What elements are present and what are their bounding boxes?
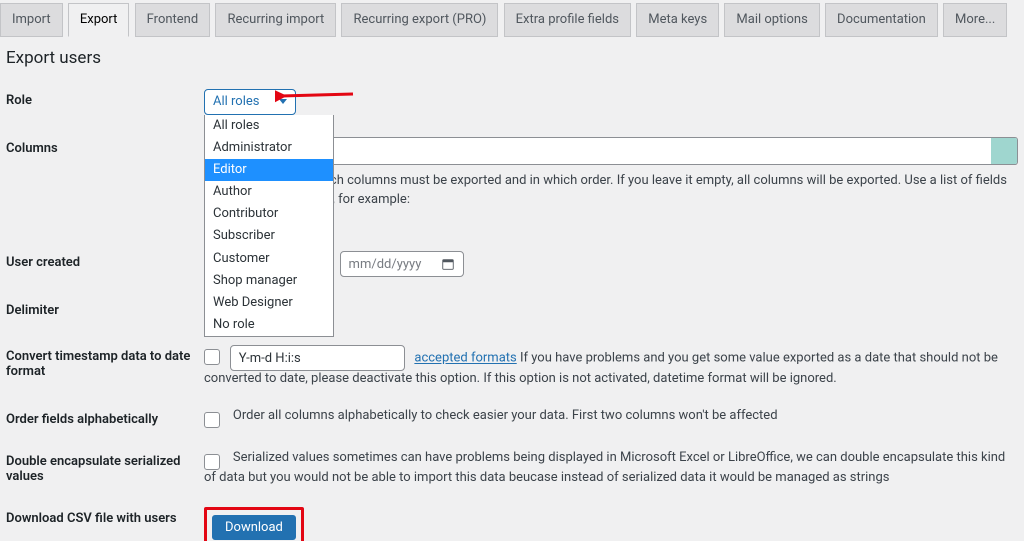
timestamp-format-input[interactable]: Y-m-d H:i:s bbox=[230, 345, 405, 371]
columns-input-addon[interactable] bbox=[991, 138, 1017, 164]
role-select[interactable]: All roles bbox=[204, 89, 296, 115]
chevron-down-icon bbox=[279, 99, 287, 104]
timestamp-label: Convert timestamp data to date format bbox=[6, 345, 204, 379]
order-alpha-help: Order all columns alphabetically to chec… bbox=[233, 408, 778, 423]
order-alpha-label: Order fields alphabetically bbox=[6, 408, 204, 427]
download-label: Download CSV file with users bbox=[6, 507, 204, 526]
role-option[interactable]: Author bbox=[205, 181, 333, 203]
role-option[interactable]: All roles bbox=[205, 115, 333, 137]
role-label: Role bbox=[6, 89, 204, 108]
user-created-label: User created bbox=[6, 251, 204, 270]
tab-documentation[interactable]: Documentation bbox=[825, 3, 938, 37]
annotation-highlight: Download bbox=[204, 507, 304, 541]
tab-export[interactable]: Export bbox=[68, 3, 130, 37]
double-encapsulate-label: Double encapsulate serialized values bbox=[6, 450, 204, 484]
download-button[interactable]: Download bbox=[212, 515, 296, 540]
tab-frontend[interactable]: Frontend bbox=[135, 3, 211, 37]
tab-extra-profile-fields[interactable]: Extra profile fields bbox=[504, 3, 631, 37]
delimiter-label: Delimiter bbox=[6, 299, 204, 318]
calendar-icon bbox=[441, 257, 455, 271]
tab-recurring-import[interactable]: Recurring import bbox=[215, 3, 336, 37]
role-option[interactable]: Administrator bbox=[205, 137, 333, 159]
role-option[interactable]: Shop manager bbox=[205, 270, 333, 292]
role-option[interactable]: Web Designer bbox=[205, 292, 333, 314]
role-option[interactable]: Contributor bbox=[205, 203, 333, 225]
tab-bar: Import Export Frontend Recurring import … bbox=[0, 0, 1024, 36]
tab-meta-keys[interactable]: Meta keys bbox=[636, 3, 719, 37]
role-option[interactable]: No role bbox=[205, 314, 333, 336]
user-created-to-placeholder: mm/dd/yyyy bbox=[349, 257, 422, 272]
timestamp-checkbox[interactable] bbox=[204, 349, 220, 365]
double-encapsulate-checkbox[interactable] bbox=[204, 454, 220, 470]
columns-label: Columns bbox=[6, 137, 204, 156]
role-select-value: All roles bbox=[213, 94, 259, 109]
tab-import[interactable]: Import bbox=[0, 3, 63, 37]
accepted-formats-link[interactable]: accepted formats bbox=[414, 351, 516, 366]
user-created-to[interactable]: mm/dd/yyyy bbox=[340, 251, 464, 277]
page-title: Export users bbox=[6, 48, 1024, 68]
order-alpha-checkbox[interactable] bbox=[204, 412, 220, 428]
tab-recurring-export-pro[interactable]: Recurring export (PRO) bbox=[341, 3, 498, 37]
role-option[interactable]: Editor bbox=[205, 159, 333, 181]
role-option[interactable]: Customer bbox=[205, 248, 333, 270]
role-option[interactable]: Subscriber bbox=[205, 225, 333, 247]
double-encapsulate-help: Serialized values sometimes can have pro… bbox=[204, 450, 1005, 485]
tab-more[interactable]: More... bbox=[943, 3, 1007, 37]
role-dropdown-listbox[interactable]: All rolesAdministratorEditorAuthorContri… bbox=[204, 115, 334, 338]
tab-mail-options[interactable]: Mail options bbox=[724, 3, 819, 37]
